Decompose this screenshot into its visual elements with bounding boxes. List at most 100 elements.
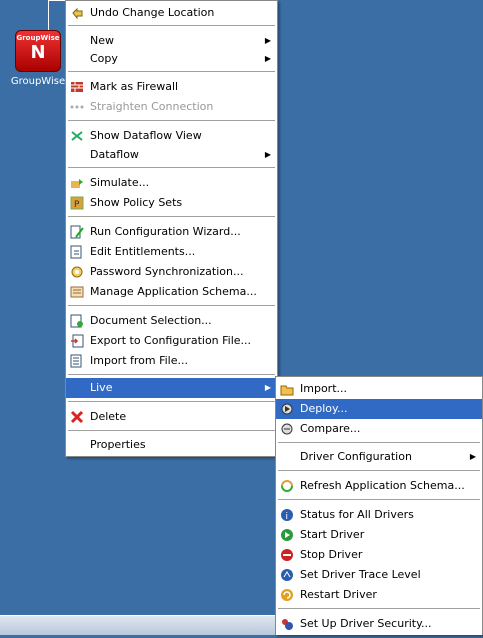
live-submenu: Import... Deploy... Compare... Driver Co… [275,376,483,635]
menu-item-manage-schema[interactable]: Manage Application Schema... [66,282,277,302]
menu-item-label: Password Synchronization... [90,265,244,278]
context-menu: Undo Change Location New ▶ Copy ▶ Mark as … [65,0,278,457]
menu-item-label: Deploy... [300,402,348,415]
submenu-arrow-icon: ▶ [264,150,271,159]
menu-item-label: Document Selection... [90,314,212,327]
menu-item-straighten[interactable]: Straighten Connection [66,97,277,117]
menu-item-doc-selection[interactable]: Document Selection... [66,311,277,331]
groupwise-desktop-icon[interactable]: GroupWise N GroupWise [8,30,68,87]
menu-item-show-dataflow[interactable]: Show Dataflow View [66,126,277,146]
menu-item-label: New [90,34,114,47]
import-icon [280,382,294,396]
separator [68,25,275,26]
undo-icon [70,6,84,20]
menu-item-password-sync[interactable]: Password Synchronization... [66,262,277,282]
groupwise-icon-text: GroupWise [16,34,60,42]
menu-item-label: Copy [90,52,118,65]
menu-item-refresh-schema[interactable]: Refresh Application Schema... [276,476,482,496]
separator [278,499,480,500]
submenu-arrow-icon: ▶ [469,452,476,461]
separator [278,442,480,443]
menu-item-driver-config[interactable]: Driver Configuration ▶ [276,447,482,467]
password-sync-icon [70,265,84,279]
menu-item-label: Mark as Firewall [90,80,179,93]
menu-item-show-policy[interactable]: P Show Policy Sets [66,193,277,213]
menu-item-live[interactable]: Live ▶ [66,378,277,398]
menu-item-status-all[interactable]: i Status for All Drivers [276,505,482,525]
straighten-connection-icon [70,100,84,114]
menu-item-start-driver[interactable]: Start Driver [276,525,482,545]
menu-item-mark-firewall[interactable]: Mark as Firewall [66,77,277,97]
info-icon: i [280,508,294,522]
import-file-icon [70,354,84,368]
separator [68,120,275,121]
deploy-icon [280,402,294,416]
refresh-icon [280,479,294,493]
security-icon [280,617,294,631]
menu-item-label: Set Up Driver Security... [300,617,432,630]
groupwise-icon-letter: N [30,42,46,63]
menu-item-label: Stop Driver [300,548,363,561]
separator [278,470,480,471]
menu-item-restart-driver[interactable]: Restart Driver [276,585,482,605]
svg-text:P: P [74,200,80,210]
groupwise-label: GroupWise [10,76,66,87]
wizard-icon [70,225,84,239]
connection-line-vertical [48,0,49,30]
svg-text:i: i [286,512,289,522]
document-selection-icon [70,314,84,328]
menu-item-label: Live [90,381,113,394]
submenu-arrow-icon: ▶ [264,54,271,63]
menu-item-label: Compare... [300,422,361,435]
restart-icon [280,588,294,602]
menu-item-label: Start Driver [300,528,365,541]
menu-item-undo[interactable]: Undo Change Location [66,3,277,23]
stop-icon [280,548,294,562]
menu-item-export-config[interactable]: Export to Configuration File... [66,331,277,351]
menu-item-label: Dataflow [90,148,139,161]
separator [68,216,275,217]
menu-item-driver-security[interactable]: Set Up Driver Security... [276,614,482,634]
menu-item-trace-level[interactable]: Set Driver Trace Level [276,565,482,585]
menu-item-compare[interactable]: Compare... [276,419,482,439]
menu-item-simulate[interactable]: Simulate... [66,173,277,193]
menu-item-label: Status for All Drivers [300,508,414,521]
separator [68,305,275,306]
menu-item-label: Undo Change Location [90,6,215,19]
menu-item-label: Run Configuration Wizard... [90,225,241,238]
separator [278,608,480,609]
start-icon [280,528,294,542]
menu-item-label: Restart Driver [300,588,377,601]
menu-item-label: Driver Configuration [300,450,412,463]
menu-item-deploy[interactable]: Deploy... [276,399,482,419]
menu-item-edit-entitlements[interactable]: Edit Entitlements... [66,242,277,262]
menu-item-label: Show Policy Sets [90,196,183,209]
menu-item-label: Import from File... [90,354,188,367]
separator [68,374,275,375]
menu-item-import[interactable]: Import... [276,379,482,399]
menu-item-label: Edit Entitlements... [90,245,196,258]
trace-level-icon [280,568,294,582]
entitlements-icon [70,245,84,259]
menu-item-new[interactable]: New ▶ [66,31,277,51]
menu-item-dataflow[interactable]: Dataflow ▶ [66,145,277,165]
menu-item-copy[interactable]: Copy ▶ [66,49,277,69]
menu-item-run-wizard[interactable]: Run Configuration Wizard... [66,222,277,242]
taskbar [0,615,275,635]
menu-item-label: Properties [90,438,146,451]
menu-item-properties[interactable]: Properties [66,435,277,455]
policy-icon: P [70,196,84,210]
separator [68,430,275,431]
menu-item-label: Set Driver Trace Level [300,568,421,581]
menu-item-label: Import... [300,382,347,395]
menu-item-stop-driver[interactable]: Stop Driver [276,545,482,565]
menu-item-label: Export to Configuration File... [90,334,252,347]
submenu-arrow-icon: ▶ [264,36,271,45]
menu-item-import-file[interactable]: Import from File... [66,351,277,371]
menu-item-delete[interactable]: Delete [66,407,277,427]
separator [68,71,275,72]
menu-item-label: Manage Application Schema... [90,285,257,298]
delete-icon [70,410,84,424]
schema-icon [70,285,84,299]
separator [68,167,275,168]
